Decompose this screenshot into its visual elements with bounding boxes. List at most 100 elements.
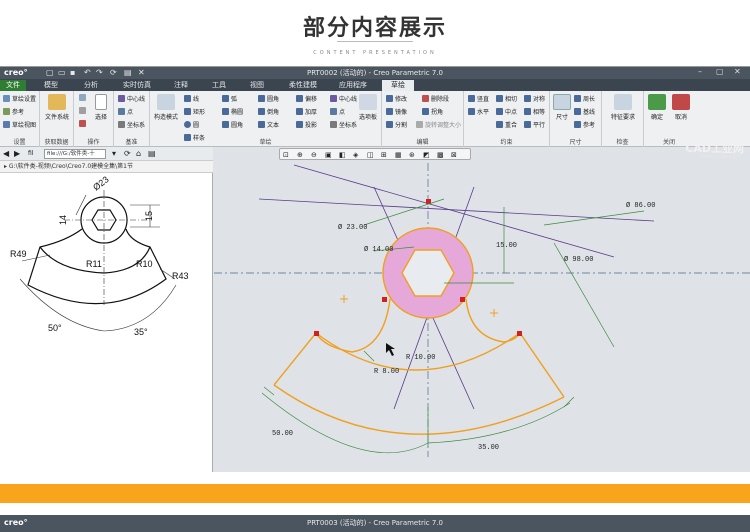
dim-r10-sketch: R 10.00 [406,354,435,362]
select-button[interactable]: 选择 [91,94,111,121]
sketch-point-button[interactable]: 点 [330,107,345,116]
browser-pane: ◀ ▶ fil file:///G:/软件类-十 ▾ ⟳ ⌂ ▤ ▸ G:\软件… [0,147,213,472]
datum-centerline-button[interactable]: 中心线 [118,94,145,103]
dropdown-icon[interactable]: ▾ [112,149,116,158]
datum-point-button[interactable]: 点 [118,107,133,116]
delete-segment-button[interactable]: 删除段 [422,94,449,103]
thicken-button[interactable]: 加厚 [296,107,317,116]
symmetric-constraint-button[interactable]: 对称 [524,94,545,103]
fillet-small-button[interactable]: 圆角 [222,120,243,129]
text-button[interactable]: 文本 [258,120,279,129]
address-input[interactable]: file:///G:/软件类-十 [44,149,106,159]
project-button[interactable]: 投影 [296,120,317,129]
construction-mode-button[interactable]: 构造模式 [152,94,180,121]
dim-15: 15 [144,211,154,221]
chamfer-button[interactable]: 倒角 [258,107,279,116]
midpoint-constraint-button[interactable]: 中点 [496,107,517,116]
back-icon[interactable]: ◀ [3,149,9,158]
title-underline [337,41,413,42]
cancel-button[interactable]: 取消 [670,94,692,121]
tab-analysis[interactable]: 分析 [76,80,106,91]
ellipse-button[interactable]: 椭圆 [222,107,243,116]
sketch-view-button[interactable]: 草绘视图 [3,120,36,129]
paste-icon[interactable] [79,94,88,102]
group-get-data: 文件系统 获取数据 [40,91,74,147]
perimeter-button[interactable]: 周长 [574,94,595,103]
tab-file[interactable]: 文件 [0,80,26,91]
sketch-setup-button[interactable]: 草绘设置 [3,94,36,103]
home-icon[interactable]: ⌂ [136,149,141,158]
refresh-icon[interactable]: ⟳ [124,149,131,158]
baseline-button[interactable]: 基线 [574,107,595,116]
maximize-icon[interactable]: ▢ [716,67,724,76]
minimize-icon[interactable]: – [698,67,702,76]
graphics-area[interactable]: ⊡ ⊕ ⊖ ▣ ◧ ◈ ◫ ⊞ ▦ ⊛ ◩ ▩ ⊠ Ø 23.00 Ø 14.0… [214,147,750,472]
tab-view[interactable]: 视图 [242,80,272,91]
close-icon[interactable]: ✕ [734,67,741,76]
title-bar: creo° ▢ ▭ ▪ ↶ ↷ ⟳ ▤ ✕ PRT0002 (活动的) - Cr… [0,67,750,79]
coincident-constraint-button[interactable]: 重合 [496,120,517,129]
palette-button[interactable]: 选项板 [356,94,380,121]
parallel-constraint-button[interactable]: 平行 [524,120,545,129]
tab-tools[interactable]: 工具 [204,80,234,91]
mouse-cursor [386,343,395,356]
tab-sketch[interactable]: 草绘 [382,80,414,91]
folder-path: ▸ G:\软件类-视频\Creo\Creo7.0建模全集\第1节 [0,161,213,173]
group-settings: 草绘设置 参考 草绘视图 设置 [0,91,40,147]
tab-live-simulation[interactable]: 实时仿真 [116,80,158,91]
references-button[interactable]: 参考 [3,107,24,116]
dim-d23: Ø23 [91,175,111,193]
group-edit: 修改 删除段 镜像 拐角 分割 旋转调整大小 编辑 [382,91,464,147]
window-title: PRT0002 (活动的) - Creo Parametric 7.0 [306,69,444,77]
equal-constraint-button[interactable]: 相等 [524,107,545,116]
cut-icon[interactable] [79,107,88,115]
forward-icon[interactable]: ▶ [14,149,20,158]
tab-model[interactable]: 模型 [36,80,66,91]
delete-icon[interactable] [79,120,88,128]
arc-button[interactable]: 弧 [222,94,237,103]
dim-d98-sketch: Ø 98.00 [564,255,593,264]
vertical-constraint-button[interactable]: 竖直 [468,94,489,103]
second-window-titlebar: creo° PRT0003 (活动的) - Creo Parametric 7.… [0,515,750,532]
dim-d14-sketch: Ø 14.00 [364,245,393,254]
dim-r49: R49 [10,249,27,259]
section-divider [0,484,750,503]
tangent-constraint-button[interactable]: 相切 [496,94,517,103]
dim-r11: R11 [86,259,102,269]
rectangle-button[interactable]: 矩形 [184,107,205,116]
sketch-csys-button[interactable]: 坐标系 [330,120,357,129]
fillet-button[interactable]: 圆角 [258,94,279,103]
group-label-datum: 基准 [125,139,138,146]
offset-button[interactable]: 偏移 [296,94,317,103]
corner-button[interactable]: 拐角 [422,107,443,116]
dim-r43: R43 [172,271,189,281]
mirror-button[interactable]: 镜像 [386,107,407,116]
tab-annotate[interactable]: 注释 [166,80,196,91]
watermark-url: www.cadzx.com [699,154,740,160]
circle-button[interactable]: 圆 [184,120,199,129]
dimension-button[interactable]: 尺寸 [552,94,572,121]
tab-applications[interactable]: 应用程序 [332,80,374,91]
endpoint-hub-left [382,297,387,302]
feature-requirements-button[interactable]: 特征要求 [604,94,642,121]
rotate-resize-button[interactable]: 旋转调整大小 [416,120,461,129]
horizontal-constraint-button[interactable]: 水平 [468,107,489,116]
group-dimension: 尺寸 周长 基线 参考 尺寸 [550,91,602,147]
line-button[interactable]: 线 [184,94,199,103]
second-window-title: PRT0003 (活动的) - Creo Parametric 7.0 [306,519,444,527]
dim-d23-sketch: Ø 23.00 [338,223,367,232]
page-title: 部分内容展示 [302,16,447,41]
endpoint-hub-right [460,297,465,302]
divide-button[interactable]: 分割 [386,120,407,129]
ribbon-tabs: 文件 模型 分析 实时仿真 注释 工具 视图 柔性建模 应用程序 草绘 [0,79,750,91]
file-system-button[interactable]: 文件系统 [44,94,70,121]
reference-dim-button[interactable]: 参考 [574,120,595,129]
group-label-constrain: 约束 [500,139,513,146]
group-label-settings: 设置 [13,139,26,146]
sketch-centerline-button[interactable]: 中心线 [330,94,357,103]
ok-button[interactable]: 确定 [646,94,668,121]
tab-flexible-modeling[interactable]: 柔性建模 [282,80,324,91]
modify-button[interactable]: 修改 [386,94,407,103]
datum-csys-button[interactable]: 坐标系 [118,120,145,129]
print-icon[interactable]: ▤ [148,149,156,158]
